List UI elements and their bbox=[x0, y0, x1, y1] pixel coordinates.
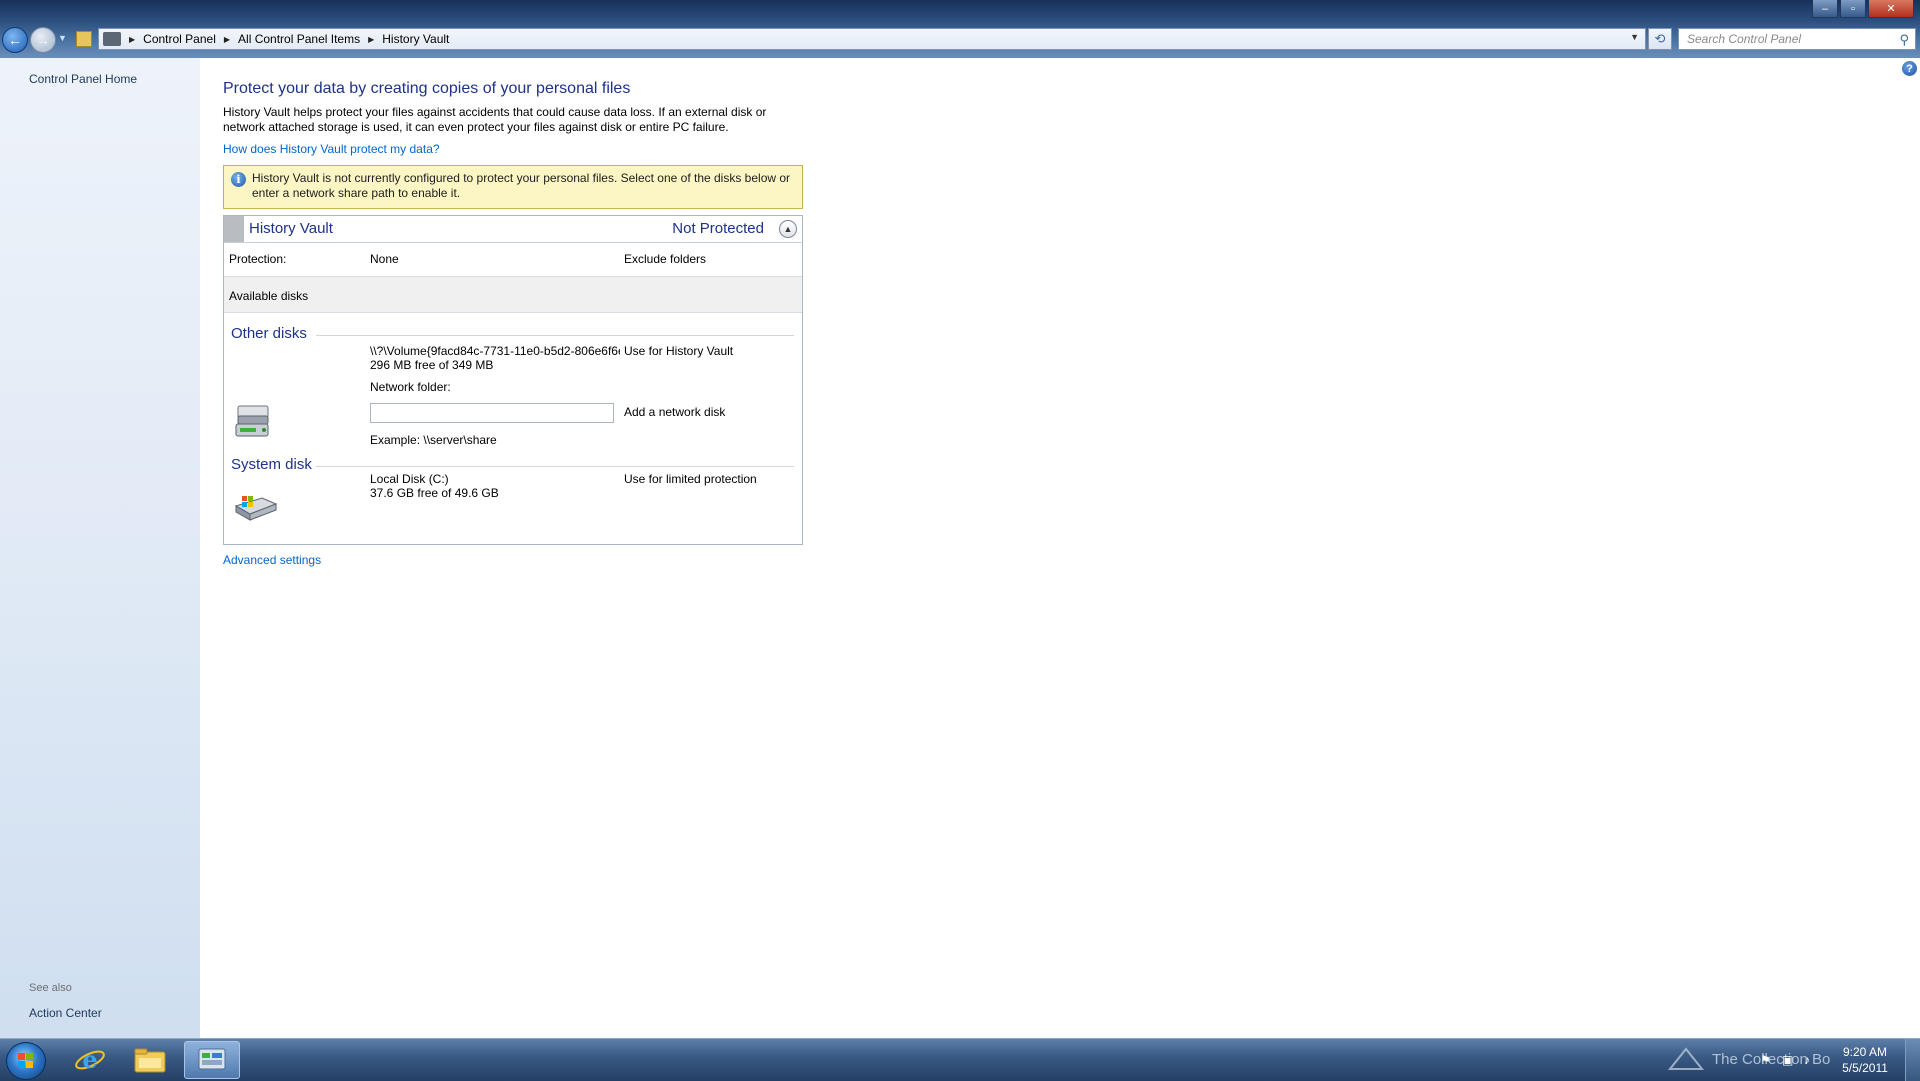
divider bbox=[316, 335, 794, 336]
recent-pages-dropdown[interactable]: ▼ bbox=[58, 33, 67, 43]
show-desktop-button[interactable] bbox=[1905, 1039, 1920, 1081]
page-description: History Vault helps protect your files a… bbox=[223, 105, 767, 134]
main-content: ? Protect your data by creating copies o… bbox=[200, 58, 1920, 1038]
breadcrumb-control-panel[interactable]: Control Panel bbox=[143, 32, 216, 46]
info-message: History Vault is not currently configure… bbox=[252, 171, 791, 200]
network-icon[interactable]: ▣ bbox=[1782, 1053, 1793, 1067]
watermark-logo-icon bbox=[1667, 1047, 1705, 1070]
page-title: Protect your data by creating copies of … bbox=[223, 80, 631, 97]
protection-row: Protection: None Exclude folders bbox=[224, 243, 802, 275]
protection-status: Not Protected bbox=[672, 220, 764, 237]
system-tray: The Collection Bo ⚑ ▣ ♪ 9:20 AM 5/5/2011 bbox=[1660, 1039, 1920, 1081]
chevron-right-icon[interactable]: ▶ bbox=[368, 35, 374, 44]
computer-icon bbox=[103, 32, 121, 46]
svg-text:e: e bbox=[82, 1045, 97, 1074]
arrow-right-icon: → bbox=[36, 32, 50, 48]
close-button[interactable]: ✕ bbox=[1868, 0, 1914, 18]
folder-up-icon[interactable] bbox=[76, 31, 92, 47]
other-disks-title: Other disks bbox=[231, 325, 307, 342]
add-network-disk-link[interactable]: Add a network disk bbox=[624, 405, 725, 419]
collapse-button[interactable]: ▲ bbox=[779, 220, 797, 238]
search-box[interactable]: ⚲ bbox=[1678, 28, 1916, 50]
advanced-settings-link[interactable]: Advanced settings bbox=[223, 553, 321, 567]
clock-time[interactable]: 9:20 AM bbox=[1830, 1045, 1900, 1059]
chevron-down-icon: ▼ bbox=[58, 33, 67, 43]
network-folder-input[interactable] bbox=[370, 403, 614, 423]
system-disk-icon bbox=[234, 496, 278, 521]
volume-name: \\?\Volume{9facd84c-7731-11e0-b5d2-806e6… bbox=[370, 344, 620, 358]
available-disks-bar: Available disks bbox=[224, 276, 802, 313]
chevron-right-icon[interactable]: ▶ bbox=[224, 35, 230, 44]
panel-header: History Vault Not Protected ▲ bbox=[224, 216, 802, 243]
history-vault-panel: History Vault Not Protected ▲ Protection… bbox=[223, 215, 803, 545]
how-protect-link[interactable]: How does History Vault protect my data? bbox=[223, 142, 440, 156]
taskbar-control-panel[interactable] bbox=[184, 1041, 240, 1079]
see-also-label: See also bbox=[29, 982, 72, 994]
info-icon: i bbox=[231, 172, 246, 187]
refresh-icon: ⟲ bbox=[1654, 31, 1666, 46]
search-input[interactable] bbox=[1679, 31, 1889, 47]
window-controls: ‒ ▫ ✕ bbox=[1812, 0, 1914, 18]
clock-date[interactable]: 5/5/2011 bbox=[1830, 1061, 1900, 1075]
minimize-button[interactable]: ‒ bbox=[1812, 0, 1838, 18]
external-disk-icon bbox=[235, 405, 269, 437]
forward-button[interactable]: → bbox=[30, 27, 56, 53]
refresh-button[interactable]: ⟲ bbox=[1648, 28, 1672, 50]
chevron-up-icon: ▲ bbox=[783, 224, 793, 234]
help-icon[interactable]: ? bbox=[1902, 61, 1917, 76]
info-bar: i History Vault is not currently configu… bbox=[223, 165, 803, 209]
available-disks-label: Available disks bbox=[229, 289, 309, 303]
network-folder-label: Network folder: bbox=[370, 380, 451, 394]
volume-free-space: 296 MB free of 349 MB bbox=[370, 358, 494, 372]
control-panel-home-link[interactable]: Control Panel Home bbox=[29, 72, 137, 86]
back-button[interactable]: ← bbox=[2, 27, 28, 53]
use-for-history-vault-link[interactable]: Use for History Vault bbox=[624, 344, 733, 358]
control-panel-icon bbox=[198, 1048, 226, 1070]
start-button[interactable] bbox=[6, 1042, 46, 1080]
address-dropdown-icon[interactable]: ▼ bbox=[1630, 32, 1639, 42]
system-disk-free-space: 37.6 GB free of 49.6 GB bbox=[370, 486, 499, 500]
use-for-limited-protection-link[interactable]: Use for limited protection bbox=[624, 472, 757, 486]
window-titlebar: ‒ ▫ ✕ ← → ▼ ▶ Control Panel ▶ All Contro… bbox=[0, 0, 1920, 58]
status-indicator bbox=[224, 216, 244, 242]
watermark-text: The Collection Bo bbox=[1712, 1051, 1831, 1068]
search-icon[interactable]: ⚲ bbox=[1899, 32, 1909, 48]
protection-value: None bbox=[370, 252, 399, 266]
navigation-bar: ← → ▼ ▶ Control Panel ▶ All Control Pane… bbox=[0, 26, 1920, 53]
taskbar-windows-explorer[interactable] bbox=[122, 1041, 178, 1079]
system-disk-title: System disk bbox=[231, 456, 312, 473]
folder-icon bbox=[134, 1048, 166, 1073]
address-bar[interactable]: ▶ Control Panel ▶ All Control Panel Item… bbox=[98, 28, 1646, 50]
exclude-folders-link[interactable]: Exclude folders bbox=[624, 252, 706, 266]
system-disk-name: Local Disk (C:) bbox=[370, 472, 449, 486]
volume-icon[interactable]: ♪ bbox=[1804, 1053, 1810, 1067]
breadcrumb-all-items[interactable]: All Control Panel Items bbox=[238, 32, 360, 46]
divider bbox=[316, 466, 794, 467]
breadcrumb-history-vault[interactable]: History Vault bbox=[382, 32, 449, 46]
windows-logo-icon bbox=[18, 1053, 33, 1068]
maximize-button[interactable]: ▫ bbox=[1840, 0, 1866, 18]
panel-title: History Vault bbox=[249, 220, 333, 237]
taskbar-internet-explorer[interactable]: e bbox=[62, 1041, 118, 1079]
action-center-flag-icon[interactable]: ⚑ bbox=[1760, 1053, 1771, 1067]
chevron-right-icon[interactable]: ▶ bbox=[129, 35, 135, 44]
action-center-link[interactable]: Action Center bbox=[29, 1006, 102, 1020]
protection-label: Protection: bbox=[229, 252, 287, 266]
taskbar: e The Collection Bo ⚑ ▣ ♪ 9:20 AM 5/5/20… bbox=[0, 1038, 1920, 1081]
arrow-left-icon: ← bbox=[8, 32, 22, 48]
left-pane: Control Panel Home See also Action Cente… bbox=[0, 58, 200, 1038]
network-example-text: Example: \\server\share bbox=[370, 433, 497, 447]
internet-explorer-icon: e bbox=[75, 1045, 105, 1074]
